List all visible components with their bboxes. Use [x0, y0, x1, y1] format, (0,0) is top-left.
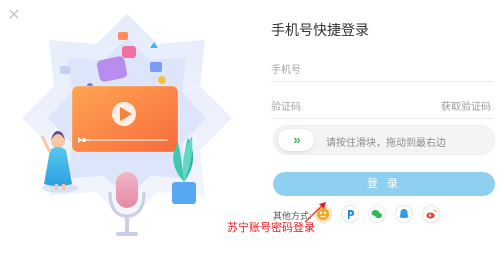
close-icon[interactable]: ✕ — [6, 8, 22, 24]
panel-title: 手机号快捷登录 — [271, 22, 369, 38]
login-dialog: ✕ 手机号快捷登录 手机号 验证码 获取验证码 » 请按住滑块，拖动到最右边 登… — [0, 0, 500, 248]
code-placeholder: 验证码 — [271, 102, 301, 113]
arrow-icon — [304, 202, 326, 223]
qq-icon[interactable] — [395, 205, 413, 223]
get-code-button[interactable]: 获取验证码 — [441, 98, 491, 113]
slide-verification: » 请按住滑块，拖动到最右边 — [273, 125, 495, 155]
hero-illustration: ✕ — [0, 0, 255, 248]
login-panel: 手机号快捷登录 手机号 验证码 获取验证码 » 请按住滑块，拖动到最右边 登 录… — [257, 8, 500, 248]
slider-handle[interactable]: » — [278, 129, 314, 151]
verification-code-field[interactable]: 验证码 获取验证码 — [271, 92, 493, 119]
video-illustration-art — [22, 14, 232, 236]
login-button[interactable]: 登 录 — [273, 172, 495, 196]
double-chevron-right-icon: » — [293, 132, 300, 147]
wechat-icon[interactable] — [368, 205, 386, 223]
phone-field[interactable]: 手机号 — [271, 55, 493, 82]
weibo-icon[interactable] — [422, 205, 440, 223]
slider-hint: 请按住滑块，拖动到最右边 — [326, 138, 446, 149]
pay-icon[interactable] — [341, 205, 359, 223]
phone-placeholder: 手机号 — [271, 65, 301, 76]
